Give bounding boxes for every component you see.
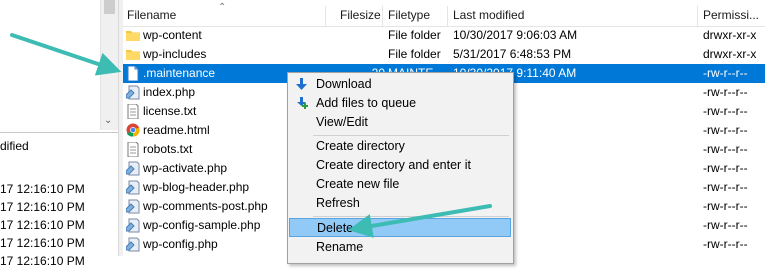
php-file-icon xyxy=(125,85,140,100)
cell-filesize xyxy=(333,26,385,45)
menu-item-label: Delete xyxy=(317,221,354,235)
cell-permissions: -rw-r--r-- xyxy=(703,104,748,118)
cell-permissions: -rw-r--r-- xyxy=(703,66,748,80)
left-row-modified: 17 12:16:10 PM xyxy=(0,254,85,268)
context-menu: Download Add files to queue View/Edit Cr… xyxy=(287,72,514,264)
text-file-icon xyxy=(126,103,140,120)
left-row-modified: 17 12:16:10 PM xyxy=(0,218,85,232)
column-separator[interactable] xyxy=(447,6,448,26)
cell-filename: wp-content xyxy=(143,28,202,42)
table-row[interactable]: wp-content File folder 10/30/2017 9:06:03 … xyxy=(123,26,765,45)
cell-permissions: -rw-r--r-- xyxy=(703,142,748,156)
menu-separator xyxy=(313,135,509,136)
cell-filetype: File folder xyxy=(388,28,441,42)
php-file-icon xyxy=(125,199,140,214)
menu-item-create-directory[interactable]: Create directory xyxy=(289,137,511,156)
column-separator[interactable] xyxy=(325,6,326,26)
column-header-filesize[interactable]: Filesize xyxy=(340,4,381,26)
menu-item-add-to-queue[interactable]: Add files to queue xyxy=(289,94,511,113)
menu-item-label: Download xyxy=(316,77,372,91)
left-scrollbar[interactable]: ⌄ xyxy=(100,0,118,130)
php-file-icon xyxy=(125,161,140,176)
menu-item-create-directory-enter[interactable]: Create directory and enter it xyxy=(289,156,511,175)
cell-permissions: -rw-r--r-- xyxy=(703,180,748,194)
folder-icon xyxy=(126,28,140,43)
table-row[interactable]: wp-includes File folder 5/31/2017 6:48:53 … xyxy=(123,45,765,64)
menu-item-label: Rename xyxy=(316,240,364,254)
left-row-modified: 17 12:16:10 PM xyxy=(0,182,85,196)
column-separator[interactable] xyxy=(697,6,698,26)
php-file-icon xyxy=(125,218,140,233)
column-header-filename[interactable]: Filename xyxy=(127,4,176,26)
php-file-icon xyxy=(125,237,140,252)
sort-ascending-icon: ⌃ xyxy=(218,2,227,13)
column-header-filetype[interactable]: Filetype xyxy=(388,4,430,26)
cell-filename: wp-includes xyxy=(143,47,207,61)
cell-permissions: -rw-r--r-- xyxy=(703,237,748,251)
menu-item-label: Create directory and enter it xyxy=(316,158,471,172)
cell-permissions: -rw-r--r-- xyxy=(703,218,748,232)
cell-permissions: -rw-r--r-- xyxy=(703,123,748,137)
scroll-down-arrow-icon[interactable]: ⌄ xyxy=(104,115,112,126)
menu-item-label: Create new file xyxy=(316,177,400,191)
cell-filesize xyxy=(333,45,385,64)
menu-item-view-edit[interactable]: View/Edit xyxy=(289,113,511,132)
pane-divider xyxy=(0,132,118,133)
add-to-queue-icon xyxy=(297,97,308,109)
column-header-row: Filename ⌃ Filesize Filetype Last modifi… xyxy=(123,2,765,27)
scrollbar-thumb[interactable] xyxy=(104,0,115,14)
cell-permissions: drwxr-xr-x xyxy=(703,47,757,61)
column-separator[interactable] xyxy=(382,6,383,26)
menu-separator xyxy=(313,216,509,217)
column-header-permissions[interactable]: Permissi... xyxy=(703,4,759,26)
column-header-last-modified[interactable]: Last modified xyxy=(453,4,524,26)
menu-item-label: Add files to queue xyxy=(316,96,417,110)
menu-item-rename[interactable]: Rename xyxy=(289,238,511,257)
local-file-pane: ⌄ dified 17 12:16:10 PM 17 12:16:10 PM 1… xyxy=(0,0,118,268)
left-row-modified: 17 12:16:10 PM xyxy=(0,236,85,250)
cell-filetype: File folder xyxy=(388,47,441,61)
cell-permissions: -rw-r--r-- xyxy=(703,85,748,99)
cell-permissions: -rw-r--r-- xyxy=(703,161,748,175)
menu-item-label: View/Edit xyxy=(316,115,368,129)
menu-item-delete[interactable]: Delete xyxy=(289,218,511,237)
text-file-icon xyxy=(126,141,140,158)
left-column-header-modified[interactable]: dified xyxy=(0,139,29,153)
cell-last-modified: 10/30/2017 9:06:03 AM xyxy=(453,28,578,42)
menu-item-label: Create directory xyxy=(316,139,405,153)
left-row-modified: 17 12:16:10 PM xyxy=(0,200,85,214)
download-arrow-icon xyxy=(296,78,307,90)
folder-icon xyxy=(126,47,140,62)
cell-permissions: -rw-r--r-- xyxy=(703,199,748,213)
menu-item-label: Refresh xyxy=(316,196,360,210)
cell-permissions: drwxr-xr-x xyxy=(703,28,757,42)
php-file-icon xyxy=(125,180,140,195)
menu-item-create-new-file[interactable]: Create new file xyxy=(289,175,511,194)
cell-last-modified: 5/31/2017 6:48:53 PM xyxy=(453,47,572,61)
file-icon xyxy=(126,65,140,82)
chrome-icon xyxy=(126,123,140,138)
menu-item-download[interactable]: Download xyxy=(289,75,511,94)
menu-item-refresh[interactable]: Refresh xyxy=(289,194,511,213)
